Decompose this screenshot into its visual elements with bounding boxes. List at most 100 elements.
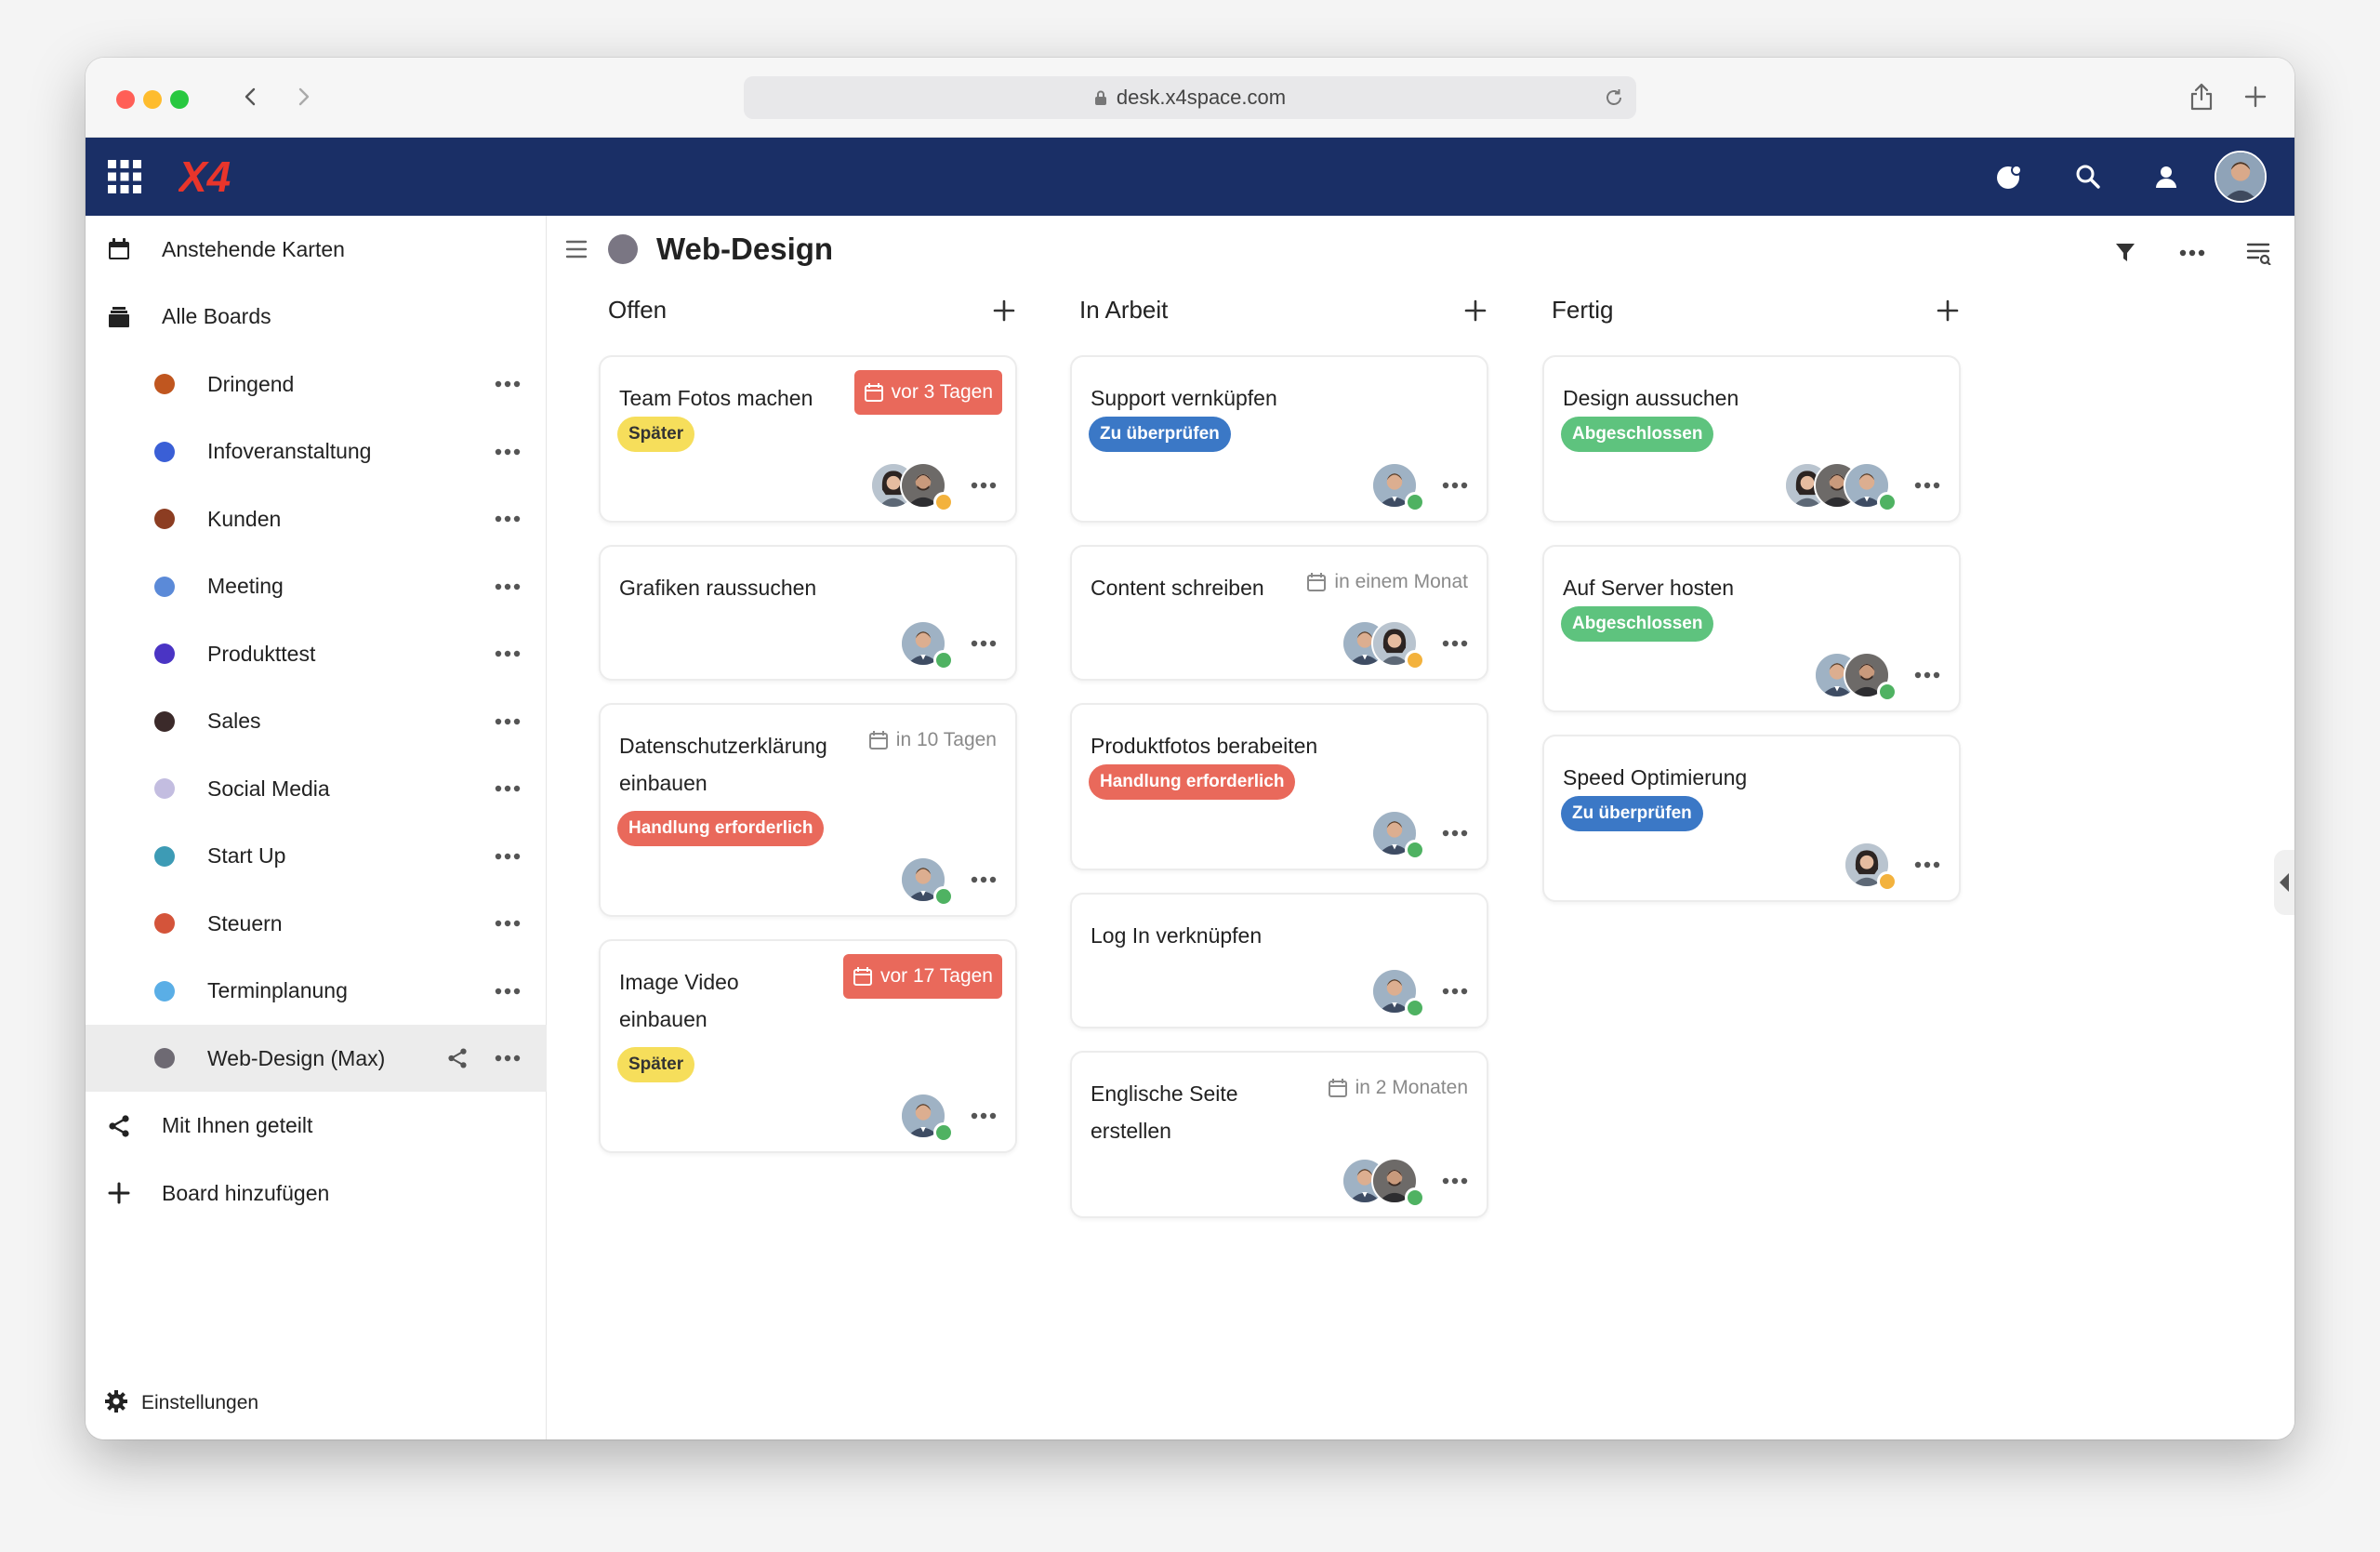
card-more-icon[interactable] xyxy=(1912,850,1942,880)
details-panel-toggle[interactable] xyxy=(2274,850,2294,915)
sidebar-item-board-hinzufuegen[interactable]: Board hinzufügen xyxy=(86,1160,547,1227)
card-more-icon[interactable] xyxy=(1440,818,1470,848)
address-bar[interactable]: desk.x4space.com xyxy=(744,76,1636,119)
card-title-line: Auf Server hosten xyxy=(1563,576,1735,600)
sidebar-board-web-design-max[interactable]: Web-Design (Max) xyxy=(86,1025,547,1092)
board-more-icon[interactable] xyxy=(493,437,522,467)
card[interactable]: Grafiken raussuchen xyxy=(599,545,1017,681)
add-card-icon[interactable] xyxy=(1933,296,1963,325)
card[interactable]: Content schreiben in einem Monat xyxy=(1070,545,1488,681)
sidebar-board-terminplanung[interactable]: Terminplanung xyxy=(86,958,547,1025)
board-details-icon[interactable] xyxy=(2242,236,2276,270)
card-more-icon[interactable] xyxy=(1440,471,1470,500)
card-label[interactable]: Zu überprüfen xyxy=(1561,796,1703,831)
card[interactable]: Speed Optimierung Zu überprüfen xyxy=(1542,735,1961,902)
share-page-icon[interactable] xyxy=(2183,78,2220,115)
card[interactable]: Image Video einbauen vor 17 Tagen Später xyxy=(599,939,1017,1153)
card[interactable]: Design aussuchen Abgeschlossen xyxy=(1542,355,1961,523)
filter-icon[interactable] xyxy=(2109,236,2142,270)
card-more-icon[interactable] xyxy=(1440,629,1470,658)
board-more-icon[interactable] xyxy=(493,572,522,602)
card-more-icon[interactable] xyxy=(1912,471,1942,500)
card[interactable]: Auf Server hosten Abgeschlossen xyxy=(1542,545,1961,712)
card-label[interactable]: Handlung erforderlich xyxy=(1089,764,1296,800)
board-more-icon[interactable] xyxy=(493,504,522,534)
contacts-icon[interactable] xyxy=(2149,160,2183,193)
due-date-badge[interactable]: vor 17 Tagen xyxy=(842,954,1002,999)
card-label[interactable]: Handlung erforderlich xyxy=(617,811,825,846)
board-more-icon[interactable] xyxy=(493,369,522,399)
board-more-icon[interactable] xyxy=(493,639,522,669)
sidebar-board-dringend[interactable]: Dringend xyxy=(86,351,547,418)
sidebar-board-kunden[interactable]: Kunden xyxy=(86,485,547,552)
card[interactable]: Log In verknüpfen xyxy=(1070,893,1488,1028)
status-icon[interactable] xyxy=(1993,160,2027,193)
maximize-window-button[interactable] xyxy=(170,90,189,109)
plus-icon xyxy=(104,1178,134,1208)
board-more-icon[interactable] xyxy=(493,1043,522,1073)
board-more-icon[interactable] xyxy=(493,842,522,871)
x4-logo[interactable]: X4 xyxy=(178,153,271,199)
gear-icon xyxy=(104,1389,128,1418)
board-more-icon[interactable] xyxy=(493,707,522,736)
sidebar-item-alle-boards[interactable]: Alle Boards xyxy=(86,284,547,351)
sidebar-board-sales[interactable]: Sales xyxy=(86,688,547,755)
card-footer xyxy=(1342,617,1470,670)
due-date-badge[interactable]: in 2 Monaten xyxy=(1318,1066,1477,1110)
due-date-badge[interactable]: vor 3 Tagen xyxy=(853,370,1002,415)
settings-button[interactable]: Einstellungen xyxy=(104,1383,258,1424)
add-card-icon[interactable] xyxy=(1461,296,1490,325)
back-icon[interactable] xyxy=(232,78,270,115)
board-more-icon[interactable] xyxy=(2175,236,2209,270)
close-window-button[interactable] xyxy=(116,90,135,109)
column-title-offen: Offen xyxy=(608,296,668,324)
board-more-icon[interactable] xyxy=(493,774,522,803)
minimize-window-button[interactable] xyxy=(143,90,162,109)
card-label[interactable]: Später xyxy=(617,417,695,452)
card-footer xyxy=(1371,459,1470,512)
card-more-icon[interactable] xyxy=(1912,660,1942,690)
card[interactable]: Produktfotos berabeiten Handlung erforder… xyxy=(1070,703,1488,870)
board-more-icon[interactable] xyxy=(493,909,522,938)
sidebar-board-start-up[interactable]: Start Up xyxy=(86,823,547,890)
card-label[interactable]: Abgeschlossen xyxy=(1561,606,1714,642)
sidebar-board-social-media[interactable]: Social Media xyxy=(86,755,547,822)
card-label[interactable]: Später xyxy=(617,1047,695,1082)
card[interactable]: Datenschutzerklärung einbauen in 10 Tagen H… xyxy=(599,703,1017,917)
card-footer xyxy=(900,617,998,670)
assignee-avatars xyxy=(1342,1158,1425,1208)
card-more-icon[interactable] xyxy=(1440,976,1470,1006)
user-avatar[interactable] xyxy=(2215,151,2267,203)
card-more-icon[interactable] xyxy=(969,865,998,895)
card-more-icon[interactable] xyxy=(969,1101,998,1131)
card-more-icon[interactable] xyxy=(969,629,998,658)
search-icon[interactable] xyxy=(2071,160,2105,193)
share-board-icon[interactable] xyxy=(443,1043,472,1073)
online-status-icon xyxy=(1877,682,1897,702)
toggle-sidebar-icon[interactable] xyxy=(565,239,588,259)
card-label[interactable]: Zu überprüfen xyxy=(1089,417,1231,452)
card-more-icon[interactable] xyxy=(969,471,998,500)
sidebar-board-meeting[interactable]: Meeting xyxy=(86,553,547,620)
forward-icon[interactable] xyxy=(284,78,322,115)
add-card-icon[interactable] xyxy=(989,296,1019,325)
sidebar-board-infoveranstaltung[interactable]: Infoveranstaltung xyxy=(86,418,547,485)
online-status-icon xyxy=(933,886,954,907)
card-label[interactable]: Abgeschlossen xyxy=(1561,417,1714,452)
sidebar-board-steuern[interactable]: Steuern xyxy=(86,890,547,957)
card-more-icon[interactable] xyxy=(1440,1166,1470,1196)
reload-icon[interactable] xyxy=(1603,86,1625,109)
app-grid-icon[interactable] xyxy=(106,158,143,195)
board-more-icon[interactable] xyxy=(493,976,522,1006)
card[interactable]: Support vernküpfen Zu überprüfen xyxy=(1070,355,1488,523)
due-date-badge[interactable]: in einem Monat xyxy=(1297,560,1477,604)
sidebar-item-anstehende-karten[interactable]: Anstehende Karten xyxy=(86,216,547,283)
card[interactable]: Team Fotos machen vor 3 Tagen Später xyxy=(599,355,1017,523)
sidebar-board-produkttest[interactable]: Produkttest xyxy=(86,620,547,687)
card[interactable]: Englische Seite erstellen in 2 Monaten xyxy=(1070,1051,1488,1218)
board-color-dot xyxy=(154,374,175,394)
due-date-badge[interactable]: in 10 Tagen xyxy=(859,718,1006,763)
assignee-avatars xyxy=(1784,462,1897,512)
new-tab-icon[interactable] xyxy=(2237,78,2274,115)
sidebar-item-mit-ihnen-geteilt[interactable]: Mit Ihnen geteilt xyxy=(86,1093,547,1160)
